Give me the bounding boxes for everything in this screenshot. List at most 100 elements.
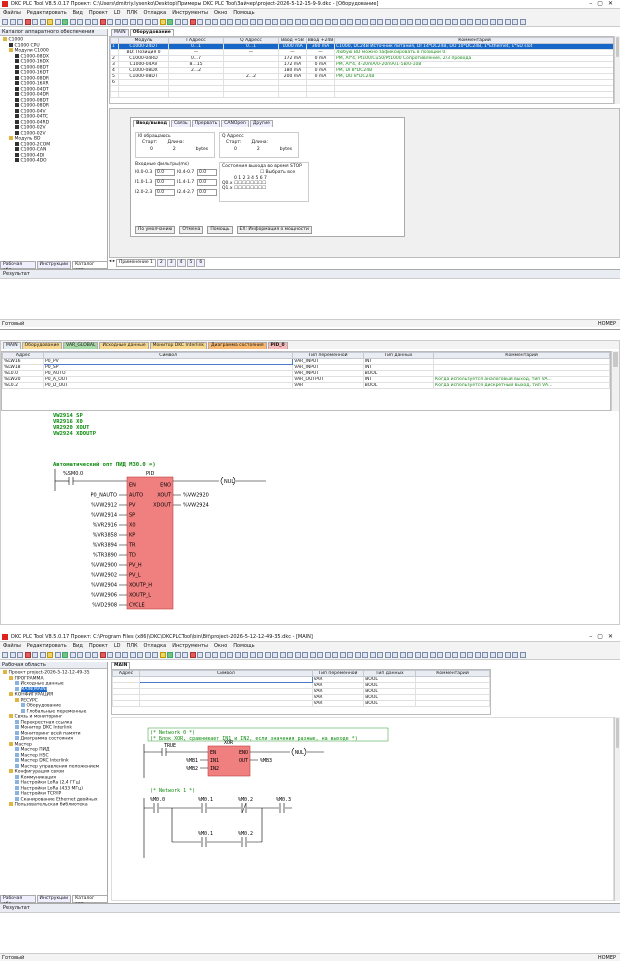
toolbar-button-icon[interactable] (189, 18, 196, 25)
toolbar-button-icon[interactable] (392, 651, 398, 658)
toolbar-button-icon[interactable] (182, 18, 188, 25)
toolbar-button-icon[interactable] (497, 18, 503, 25)
toolbar-button-icon[interactable] (504, 651, 511, 658)
pid-input-var[interactable]: %VW2906 (91, 593, 117, 599)
toolbar-button-icon[interactable] (129, 651, 136, 658)
toolbar-button-icon[interactable] (369, 651, 376, 658)
toolbar-button-icon[interactable] (302, 18, 308, 25)
toolbar-button-icon[interactable] (167, 651, 173, 658)
config-tab[interactable]: Другие (249, 120, 273, 127)
bottom-tab[interactable]: Рабочая обл... (0, 895, 36, 907)
toolbar-button-icon[interactable] (339, 651, 346, 658)
pid-input-var[interactable]: %VW2912 (91, 503, 117, 509)
doc-tab[interactable]: MAIN (111, 29, 129, 36)
menu-item[interactable]: LD (114, 643, 121, 649)
menu-item[interactable]: Вид (73, 10, 83, 16)
toolbar-button-icon[interactable] (9, 651, 16, 658)
toolbar-button-icon[interactable] (392, 18, 398, 25)
toolbar-button-icon[interactable] (122, 18, 128, 25)
toolbar-button-icon[interactable] (287, 18, 293, 25)
toolbar-button-icon[interactable] (2, 18, 8, 25)
toolbar-button-icon[interactable] (137, 18, 143, 25)
w2-doc-tab[interactable]: MAIN (3, 342, 21, 349)
menu-item[interactable]: Проект (89, 10, 108, 16)
dialog-button[interactable]: Отмена (179, 226, 204, 234)
toolbar-button-icon[interactable] (482, 651, 488, 658)
toolbar-button-icon[interactable] (399, 18, 406, 25)
toolbar-button-icon[interactable] (62, 18, 68, 25)
toolbar-button-icon[interactable] (332, 18, 338, 25)
w2-doc-tab[interactable]: VAR_GLOBAL (63, 342, 99, 349)
toolbar-button-icon[interactable] (474, 18, 481, 25)
toolbar-button-icon[interactable] (279, 651, 286, 658)
pid-input-var[interactable]: %VW2914 (91, 513, 117, 519)
toolbar-button-icon[interactable] (107, 18, 113, 25)
filter-select[interactable]: 0.0 (155, 189, 175, 196)
toolbar-button-icon[interactable] (272, 18, 278, 25)
menu-item[interactable]: Помощь (233, 10, 254, 16)
toolbar-button-icon[interactable] (32, 18, 38, 25)
toolbar-button-icon[interactable] (384, 651, 391, 658)
toolbar-button-icon[interactable] (77, 651, 83, 658)
menu-item[interactable]: Инструменты (172, 10, 208, 16)
toolbar-button-icon[interactable] (144, 18, 151, 25)
toolbar-button-icon[interactable] (99, 651, 106, 658)
toolbar-button-icon[interactable] (452, 18, 458, 25)
page-tab[interactable]: 3 (166, 259, 176, 267)
toolbar-button-icon[interactable] (377, 651, 383, 658)
menu-item[interactable]: Редактировать (27, 10, 67, 16)
menu-item[interactable]: Окно (214, 643, 227, 649)
toolbar-button-icon[interactable] (9, 18, 16, 25)
w2-table-scrollbar[interactable] (611, 351, 619, 411)
toolbar-button-icon[interactable] (99, 18, 106, 25)
toolbar-button-icon[interactable] (482, 18, 488, 25)
toolbar-button-icon[interactable] (227, 18, 233, 25)
toolbar-button-icon[interactable] (497, 651, 503, 658)
toolbar-button-icon[interactable] (504, 18, 511, 25)
menu-item[interactable]: Файлы (3, 643, 21, 649)
menu-item[interactable]: Редактировать (27, 643, 67, 649)
filter-select[interactable]: 0.0 (197, 189, 217, 196)
page-tab[interactable]: 5 (186, 259, 196, 267)
toolbar-button-icon[interactable] (54, 18, 61, 25)
bottom-tab[interactable]: Инструкции (36, 261, 72, 269)
tab-main[interactable]: MAIN (111, 662, 131, 669)
toolbar-button-icon[interactable] (152, 18, 158, 25)
toolbar-button-icon[interactable] (24, 651, 31, 658)
toolbar-button-icon[interactable] (444, 651, 451, 658)
q-len-value[interactable]: 2 (257, 147, 260, 152)
config-tab[interactable]: Связь (171, 120, 191, 127)
table-row[interactable]: VAR BOOL (112, 700, 490, 707)
toolbar-button-icon[interactable] (362, 18, 368, 25)
page-tab[interactable]: Применение 1 (115, 259, 156, 267)
toolbar-button-icon[interactable] (174, 18, 181, 25)
toolbar-button-icon[interactable] (512, 18, 518, 25)
pid-output-var[interactable]: %VW2924 (183, 503, 209, 509)
toolbar-button-icon[interactable] (459, 651, 466, 658)
toolbar-button-icon[interactable] (219, 651, 226, 658)
toolbar-button-icon[interactable] (347, 18, 353, 25)
toolbar-button-icon[interactable] (219, 18, 226, 25)
menu-item[interactable]: ПЛК (126, 643, 137, 649)
toolbar-button-icon[interactable] (107, 651, 113, 658)
tree-item[interactable]: C1000-4DO (3, 158, 107, 164)
page-tab[interactable]: 2 (156, 259, 166, 267)
menu-item[interactable]: LD (114, 10, 121, 16)
toolbar-button-icon[interactable] (339, 18, 346, 25)
page-tab[interactable]: 4 (176, 259, 186, 267)
toolbar-button-icon[interactable] (137, 651, 143, 658)
toolbar-button-icon[interactable] (69, 651, 76, 658)
w2-doc-tab[interactable]: Диаграмма состояния (208, 342, 267, 349)
toolbar-button-icon[interactable] (467, 651, 473, 658)
toolbar-button-icon[interactable] (452, 651, 458, 658)
config-tab[interactable]: Прервать (191, 120, 221, 127)
config-tab[interactable]: Ввод/вывод (133, 120, 171, 127)
w3-window-controls[interactable]: –▢✕ (589, 633, 618, 640)
toolbar-button-icon[interactable] (512, 651, 518, 658)
toolbar-button-icon[interactable] (317, 651, 323, 658)
toolbar-button-icon[interactable] (39, 651, 46, 658)
bottom-tab[interactable]: Каталог апп... (72, 261, 108, 273)
toolbar-button-icon[interactable] (92, 651, 98, 658)
page-tab[interactable]: 6 (196, 259, 206, 267)
page-nav-icon[interactable]: ◂ ▸ (109, 259, 115, 267)
